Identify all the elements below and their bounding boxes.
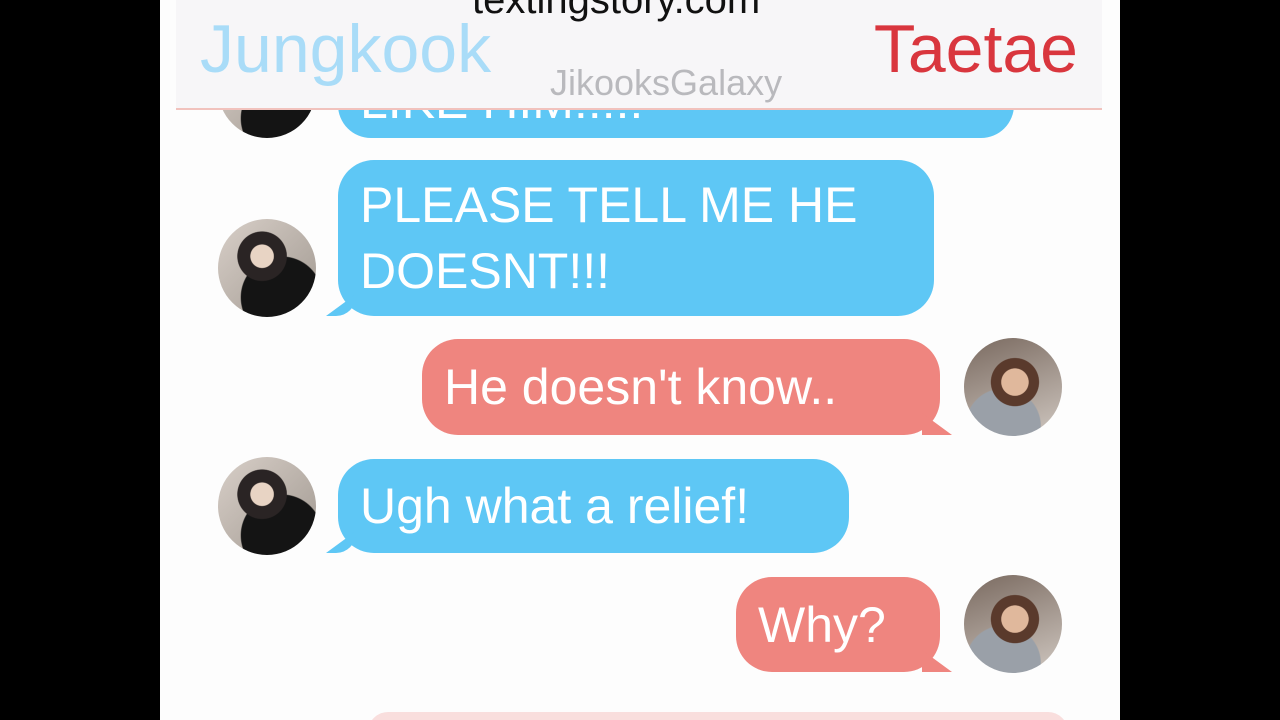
message-bubble-left: PLEASE TELL ME HE DOESNT!!!	[338, 160, 934, 316]
contact-name-right: Taetae	[873, 11, 1078, 87]
watermark-mid: JikooksGalaxy	[550, 62, 783, 103]
message-bubble-left: Ugh what a relief!	[338, 459, 849, 553]
chat-header: textingstory.com Jungkook JikooksGalaxy …	[176, 0, 1102, 110]
message-text: He doesn't know..	[444, 359, 838, 415]
message-bubble-partial	[368, 712, 1068, 720]
watermark-top: textingstory.com	[472, 0, 761, 22]
chat-screen: LIKE HIM!!!!! PLEASE TELL ME HE DOESNT!!…	[160, 0, 1120, 720]
message-text-line-2: DOESNT!!!	[360, 243, 611, 299]
contact-name-left: Jungkook	[200, 11, 492, 87]
jungkook-avatar-icon	[218, 219, 316, 317]
taetae-avatar-icon	[964, 575, 1062, 673]
message-text: Why?	[758, 597, 886, 653]
message-bubble-right: Why?	[736, 577, 940, 672]
message-bubble-right: He doesn't know..	[422, 339, 940, 435]
message-text: Ugh what a relief!	[360, 478, 750, 534]
taetae-avatar-icon	[964, 338, 1062, 436]
message-text-line-1: PLEASE TELL ME HE	[360, 177, 858, 233]
jungkook-avatar-icon	[218, 457, 316, 555]
